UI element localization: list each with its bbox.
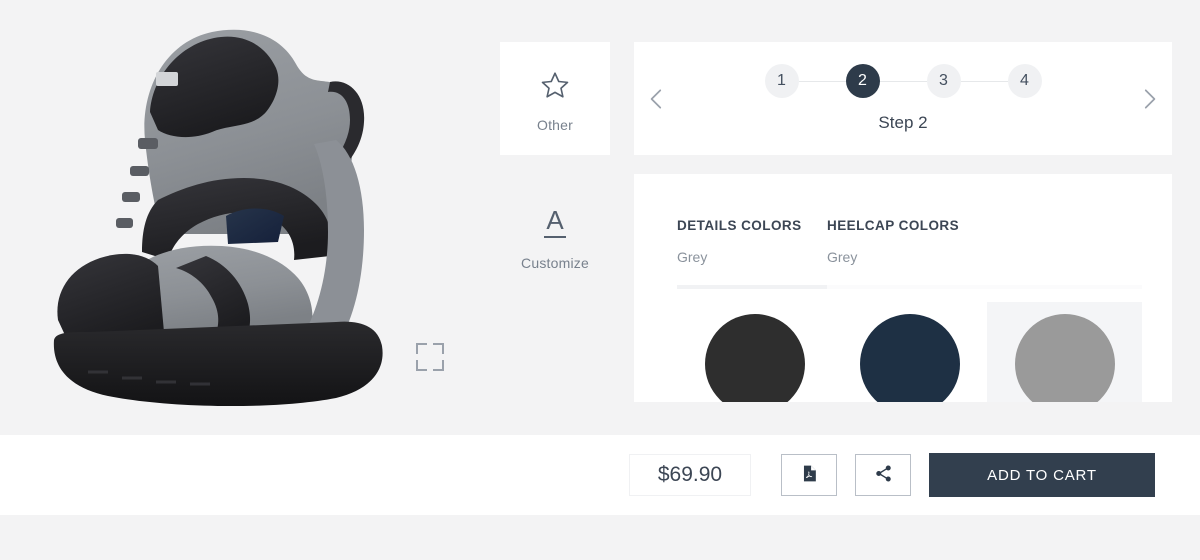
color-swatch-grey[interactable] — [987, 302, 1142, 402]
share-button[interactable] — [855, 454, 911, 496]
tool-rail-spacer — [500, 155, 610, 180]
fullscreen-expand-icon[interactable] — [416, 343, 444, 371]
step-indicator-list: 1 2 3 4 — [634, 64, 1172, 98]
corner-bracket-top-left — [416, 343, 427, 354]
step-connector-3 — [960, 80, 1008, 82]
share-icon — [874, 464, 893, 486]
product-image[interactable] — [30, 20, 450, 420]
step-connector-1 — [798, 80, 846, 82]
stepper-card: 1 2 3 4 Step 2 — [634, 42, 1172, 155]
chevron-right-icon[interactable] — [1136, 86, 1162, 112]
tool-item-other-label: Other — [536, 116, 573, 133]
letter-a-glyph: A — [544, 207, 566, 238]
color-options-card: DETAILS COLORS Grey HEELCAP COLORS Grey — [634, 174, 1172, 402]
boot-illustration — [53, 29, 383, 407]
color-tab-heelcap-title: HEELCAP COLORS — [827, 218, 960, 233]
color-swatch-black-dot — [704, 314, 805, 402]
corner-bracket-bottom-right — [433, 360, 444, 371]
color-tab-details-title: DETAILS COLORS — [677, 218, 802, 233]
color-tab-heelcap[interactable]: HEELCAP COLORS Grey — [827, 218, 959, 265]
step-caption: Step 2 — [878, 113, 928, 132]
step-dot-4[interactable]: 4 — [1007, 64, 1042, 98]
underlined-a-icon: A — [544, 203, 566, 243]
pdf-document-icon — [800, 464, 819, 486]
color-tab-details[interactable]: DETAILS COLORS Grey — [677, 218, 827, 265]
color-swatch-black[interactable] — [677, 302, 832, 402]
price-display: $69.90 — [629, 454, 751, 496]
color-swatch-navy[interactable] — [832, 302, 987, 402]
tool-rail: Other A Customize — [500, 42, 610, 293]
bottom-action-bar: $69.90 ADD TO CART — [0, 435, 1200, 515]
step-dot-3[interactable]: 3 — [926, 64, 961, 98]
color-tab-list: DETAILS COLORS Grey HEELCAP COLORS Grey — [677, 218, 1142, 265]
add-to-cart-button[interactable]: ADD TO CART — [929, 453, 1155, 497]
color-tab-heelcap-value: Grey — [827, 249, 858, 265]
product-viewer — [0, 0, 500, 435]
color-tab-underline — [677, 285, 1142, 289]
corner-bracket-bottom-left — [416, 360, 427, 371]
step-dot-1[interactable]: 1 — [764, 64, 799, 98]
tool-item-customize-label: Customize — [521, 254, 589, 271]
step-connector-2 — [879, 80, 927, 82]
color-tab-active-indicator — [677, 285, 827, 289]
color-swatch-grey-dot — [1014, 314, 1115, 402]
color-swatch-list — [677, 302, 1152, 402]
color-swatch-navy-dot — [859, 314, 960, 402]
step-dot-2[interactable]: 2 — [845, 64, 880, 98]
star-icon — [540, 65, 570, 105]
corner-bracket-top-right — [433, 343, 444, 354]
tool-item-other[interactable]: Other — [500, 42, 610, 155]
pdf-button[interactable] — [781, 454, 837, 496]
color-tab-details-value: Grey — [677, 249, 708, 265]
tool-item-customize[interactable]: A Customize — [500, 180, 610, 293]
